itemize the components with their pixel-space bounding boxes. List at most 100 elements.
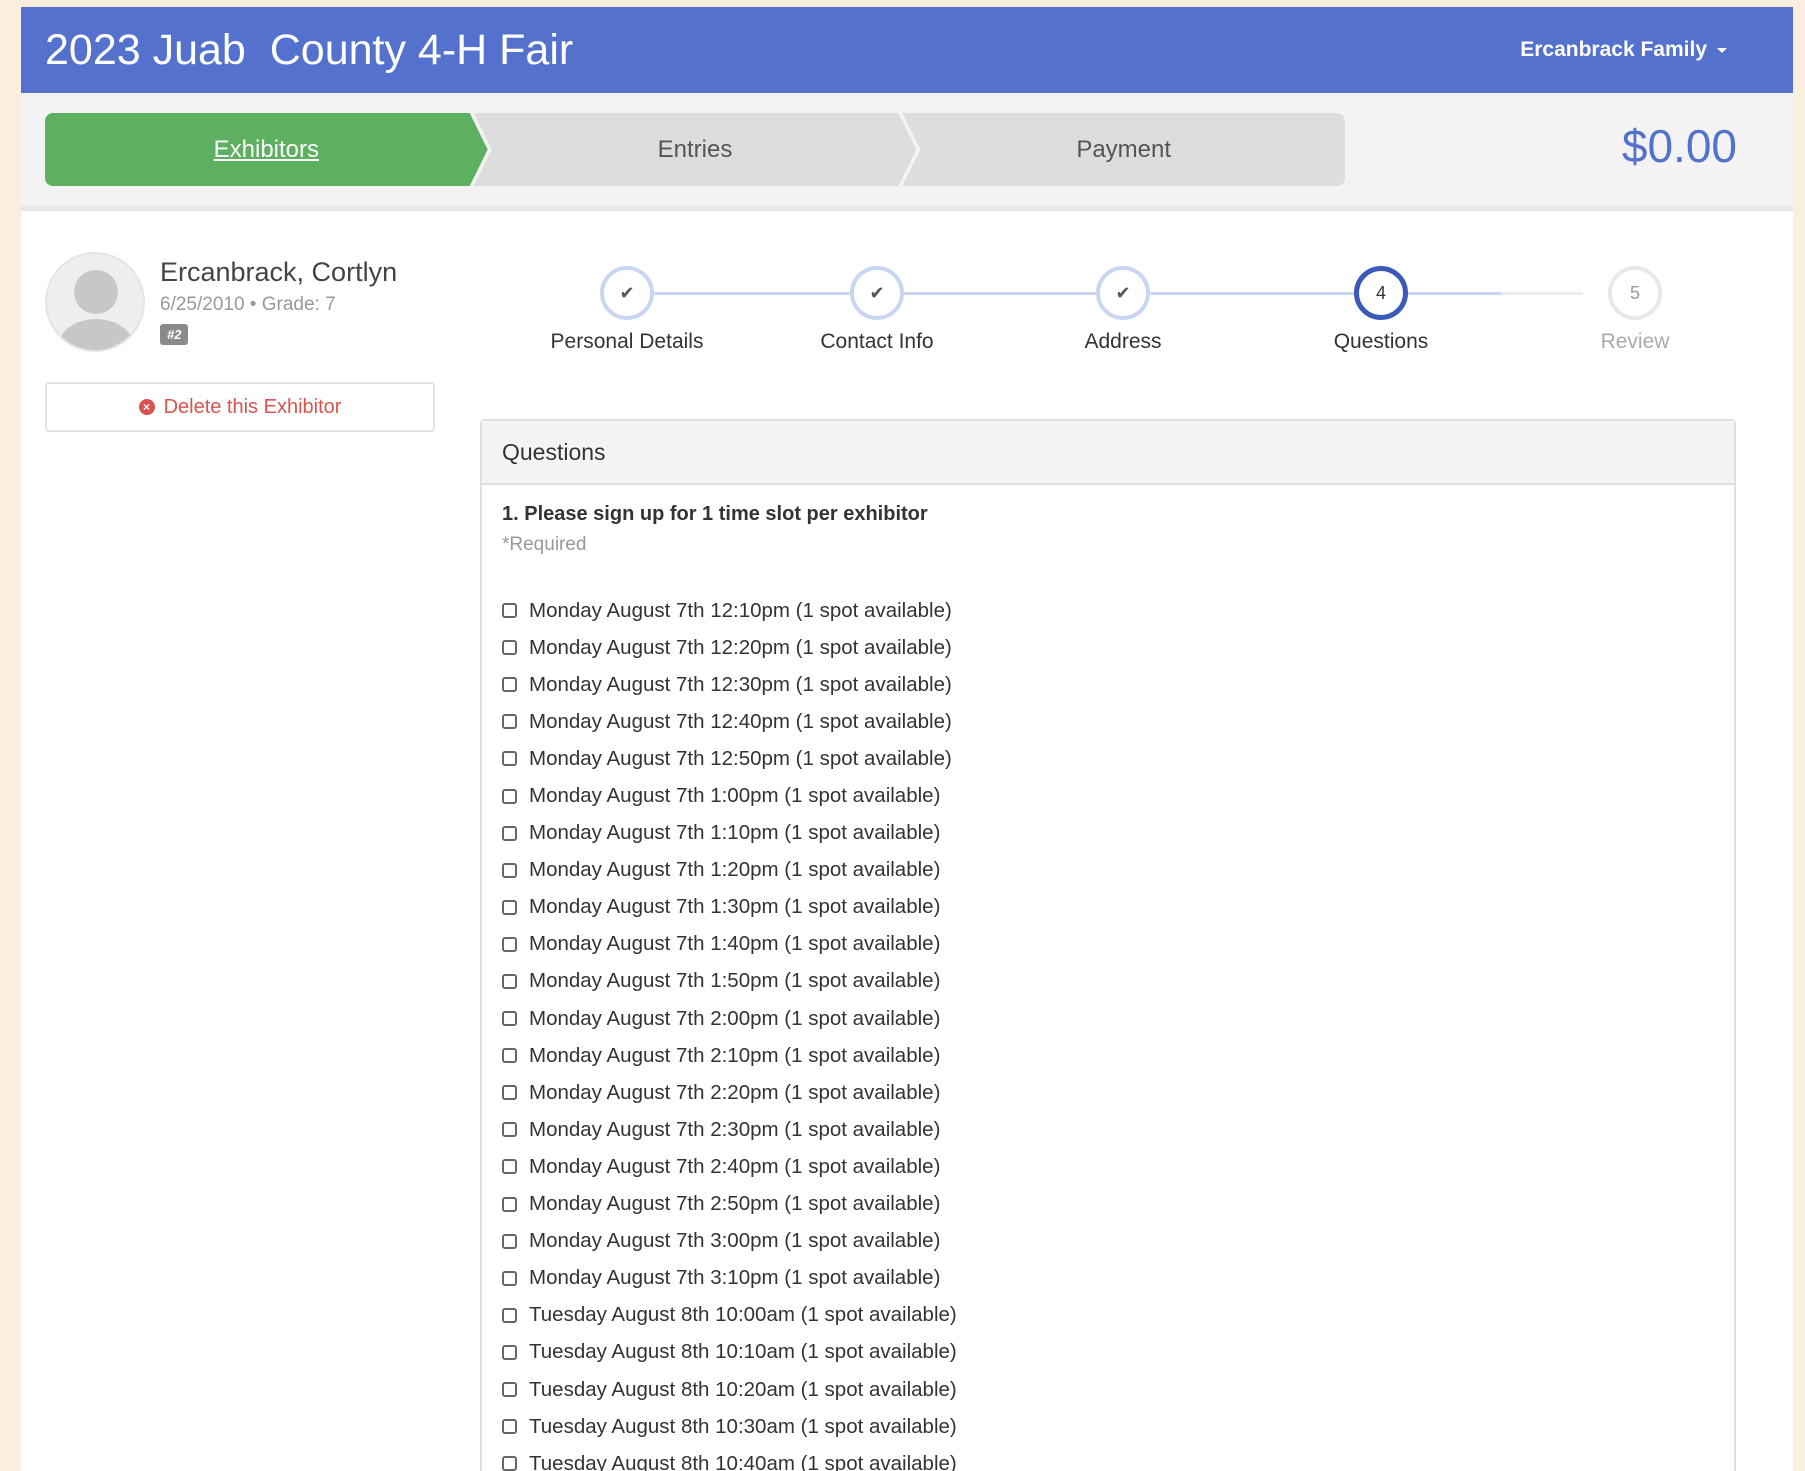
registration-stepper: ✔ Personal Details ✔ Contact Info ✔ Addr…	[481, 262, 1781, 372]
time-slot-checkbox[interactable]	[502, 1011, 517, 1027]
time-slot-checkbox[interactable]	[502, 1307, 517, 1323]
time-slot-label: Monday August 7th 2:20pm (1 spot availab…	[529, 1080, 941, 1104]
time-slot-checkbox[interactable]	[502, 640, 517, 656]
time-slot-option[interactable]: Monday August 7th 2:00pm (1 spot availab…	[502, 1000, 1714, 1037]
time-slot-checkbox[interactable]	[502, 899, 517, 915]
time-slot-option[interactable]: Monday August 7th 3:10pm (1 spot availab…	[502, 1260, 1714, 1297]
time-slot-checkbox[interactable]	[502, 1270, 517, 1286]
time-slot-checkbox[interactable]	[502, 936, 517, 952]
time-slot-option[interactable]: Monday August 7th 3:00pm (1 spot availab…	[502, 1223, 1714, 1260]
time-slot-label: Monday August 7th 1:40pm (1 spot availab…	[529, 932, 941, 956]
time-slot-checkbox[interactable]	[502, 1048, 517, 1064]
time-slot-label: Monday August 7th 3:10pm (1 spot availab…	[529, 1266, 941, 1290]
exhibitor-number-badge: #2	[160, 324, 189, 345]
time-slot-option[interactable]: Tuesday August 8th 10:40am (1 spot avail…	[502, 1445, 1714, 1471]
caret-down-icon	[1717, 47, 1727, 53]
account-menu-label: Ercanbrack Family	[1520, 38, 1707, 61]
step-label: Contact Info	[820, 330, 934, 353]
time-slot-option[interactable]: Monday August 7th 1:30pm (1 spot availab…	[502, 889, 1714, 926]
step-circle[interactable]: ✔	[850, 266, 904, 320]
time-slot-checkbox[interactable]	[502, 751, 517, 767]
time-slot-checkbox[interactable]	[502, 1196, 517, 1212]
wizard-step-entries[interactable]: Entries	[474, 113, 917, 186]
time-slot-label: Monday August 7th 12:30pm (1 spot availa…	[529, 672, 952, 696]
delete-exhibitor-label: Delete this Exhibitor	[163, 395, 342, 418]
step-circle[interactable]: 4	[1354, 266, 1408, 320]
time-slot-option[interactable]: Monday August 7th 12:40pm (1 spot availa…	[502, 703, 1714, 740]
step-label: Personal Details	[550, 330, 704, 353]
required-note: *Required	[502, 534, 587, 555]
avatar-body-shape	[57, 319, 135, 350]
app-title[interactable]: 2023 Juab County 4-H Fair	[45, 26, 573, 75]
wizard-step-label: Exhibitors	[213, 135, 320, 163]
time-slot-label: Monday August 7th 1:10pm (1 spot availab…	[529, 821, 941, 845]
wizard-steps: Exhibitors Entries Payment	[45, 113, 1346, 186]
checkmark-icon: ✔	[619, 282, 635, 303]
time-slot-checkbox[interactable]	[502, 1456, 517, 1471]
step-label: Review	[1600, 330, 1670, 353]
wizard-step-label: Payment	[1076, 135, 1172, 163]
step-circle[interactable]: 5	[1608, 266, 1662, 320]
time-slot-checkbox[interactable]	[502, 714, 517, 730]
step-number: 5	[1629, 282, 1640, 303]
time-slot-option[interactable]: Monday August 7th 2:30pm (1 spot availab…	[502, 1111, 1714, 1148]
time-slot-option[interactable]: Tuesday August 8th 10:20am (1 spot avail…	[502, 1371, 1714, 1408]
time-slot-option[interactable]: Monday August 7th 1:40pm (1 spot availab…	[502, 926, 1714, 963]
step-circle[interactable]: ✔	[600, 266, 654, 320]
time-slot-label: Tuesday August 8th 10:10am (1 spot avail…	[529, 1340, 957, 1364]
time-slot-label: Tuesday August 8th 10:40am (1 spot avail…	[529, 1451, 957, 1471]
stepper-step-address[interactable]: ✔ Address	[993, 262, 1253, 354]
step-circle[interactable]: ✔	[1096, 266, 1150, 320]
wizard-step-payment[interactable]: Payment	[902, 113, 1346, 186]
time-slot-option[interactable]: Monday August 7th 2:10pm (1 spot availab…	[502, 1037, 1714, 1074]
delete-exhibitor-button[interactable]: × Delete this Exhibitor	[45, 382, 435, 432]
time-slot-label: Monday August 7th 2:00pm (1 spot availab…	[529, 1006, 941, 1030]
stepper-step-review[interactable]: 5 Review	[1505, 262, 1765, 354]
time-slot-checkbox[interactable]	[502, 603, 517, 619]
time-slot-option[interactable]: Monday August 7th 2:20pm (1 spot availab…	[502, 1074, 1714, 1111]
time-slot-label: Monday August 7th 12:40pm (1 spot availa…	[529, 709, 952, 733]
time-slot-option[interactable]: Monday August 7th 1:20pm (1 spot availab…	[502, 852, 1714, 889]
wizard-step-exhibitors[interactable]: Exhibitors	[45, 113, 488, 186]
time-slot-option[interactable]: Monday August 7th 2:40pm (1 spot availab…	[502, 1148, 1714, 1185]
time-slot-checkbox[interactable]	[502, 788, 517, 804]
exhibitor-birthdate-grade: 6/25/2010 • Grade: 7	[160, 294, 336, 315]
time-slot-checkbox[interactable]	[502, 973, 517, 989]
time-slot-option[interactable]: Monday August 7th 12:10pm (1 spot availa…	[502, 592, 1714, 629]
time-slot-option[interactable]: Monday August 7th 2:50pm (1 spot availab…	[502, 1186, 1714, 1223]
time-slot-option[interactable]: Monday August 7th 1:50pm (1 spot availab…	[502, 963, 1714, 1000]
time-slot-checkbox[interactable]	[502, 1159, 517, 1175]
time-slot-checkbox[interactable]	[502, 1419, 517, 1435]
time-slot-checkbox[interactable]	[502, 862, 517, 878]
stepper-step-personal-details[interactable]: ✔ Personal Details	[497, 262, 757, 354]
time-slot-option[interactable]: Monday August 7th 12:30pm (1 spot availa…	[502, 666, 1714, 703]
time-slot-checkbox[interactable]	[502, 1233, 517, 1249]
time-slot-option[interactable]: Tuesday August 8th 10:30am (1 spot avail…	[502, 1408, 1714, 1445]
panel-body: 1. Please sign up for 1 time slot per ex…	[482, 485, 1734, 1471]
time-slot-checkbox[interactable]	[502, 677, 517, 693]
time-slot-label: Monday August 7th 2:10pm (1 spot availab…	[529, 1043, 941, 1067]
time-slot-label: Monday August 7th 2:40pm (1 spot availab…	[529, 1154, 941, 1178]
time-slot-option[interactable]: Monday August 7th 1:00pm (1 spot availab…	[502, 777, 1714, 814]
time-slot-label: Monday August 7th 12:20pm (1 spot availa…	[529, 635, 952, 659]
x-circle-icon: ×	[138, 399, 155, 415]
stepper-step-contact-info[interactable]: ✔ Contact Info	[747, 262, 1007, 354]
time-slot-checkbox[interactable]	[502, 1085, 517, 1101]
time-slot-label: Monday August 7th 12:10pm (1 spot availa…	[529, 598, 952, 622]
time-slot-option[interactable]: Monday August 7th 12:50pm (1 spot availa…	[502, 740, 1714, 777]
time-slot-label: Tuesday August 8th 10:00am (1 spot avail…	[529, 1303, 957, 1327]
time-slot-option[interactable]: Monday August 7th 1:10pm (1 spot availab…	[502, 815, 1714, 852]
exhibitor-name: Ercanbrack, Cortlyn	[160, 257, 398, 287]
time-slot-checkbox[interactable]	[502, 825, 517, 841]
time-slot-checkbox[interactable]	[502, 1382, 517, 1398]
time-slot-option[interactable]: Tuesday August 8th 10:00am (1 spot avail…	[502, 1297, 1714, 1334]
time-slot-checkbox[interactable]	[502, 1344, 517, 1360]
time-slot-option[interactable]: Monday August 7th 12:20pm (1 spot availa…	[502, 629, 1714, 666]
time-slot-checkbox[interactable]	[502, 1122, 517, 1138]
account-menu[interactable]: Ercanbrack Family	[1520, 38, 1727, 62]
step-label: Address	[1084, 330, 1162, 353]
time-slot-option[interactable]: Tuesday August 8th 10:10am (1 spot avail…	[502, 1334, 1714, 1371]
stepper-step-questions[interactable]: 4 Questions	[1251, 262, 1511, 354]
avatar-head-shape	[74, 270, 118, 314]
questions-panel: Questions 1. Please sign up for 1 time s…	[480, 419, 1736, 1471]
